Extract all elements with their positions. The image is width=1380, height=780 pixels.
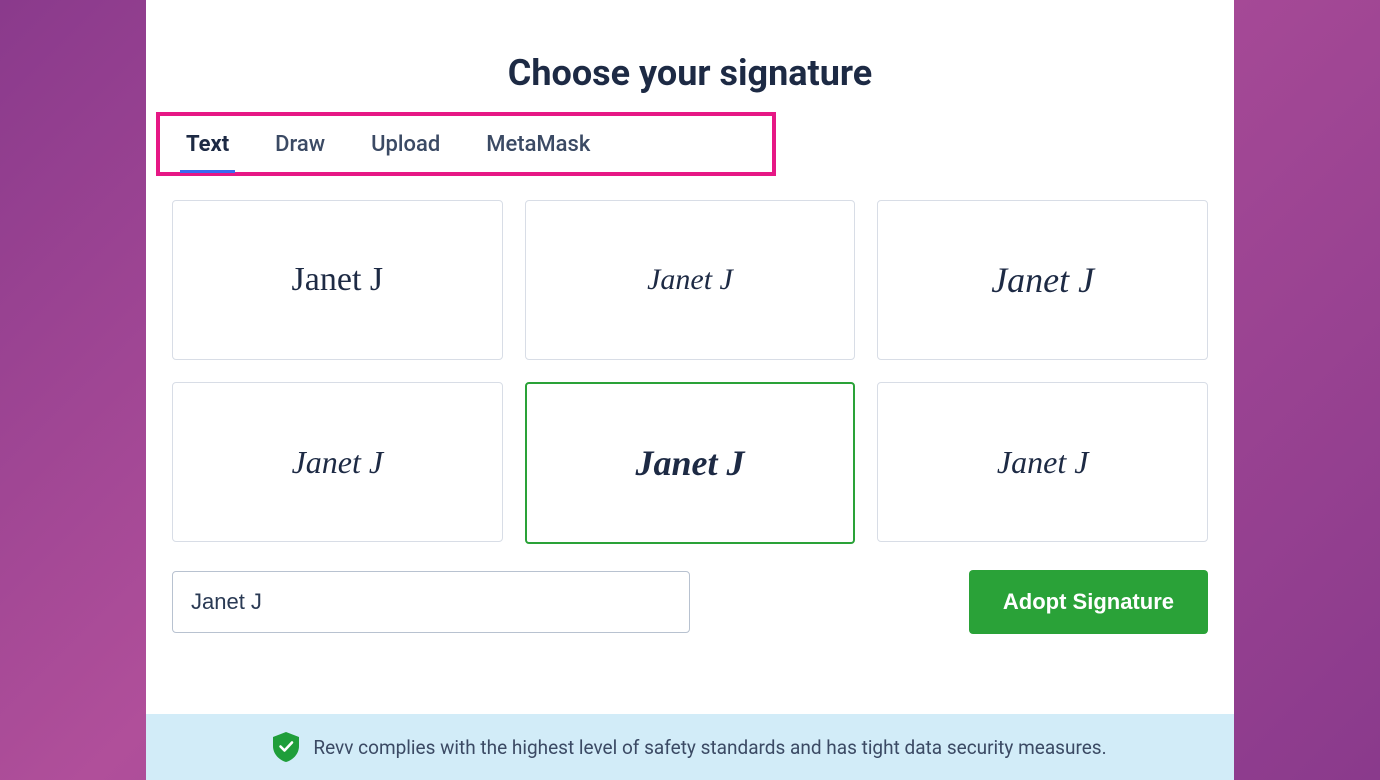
signature-preview: Janet J bbox=[997, 446, 1089, 478]
signature-preview: Janet J bbox=[991, 262, 1094, 298]
signature-name-input[interactable] bbox=[172, 571, 690, 633]
security-footer-text: Revv complies with the highest level of … bbox=[313, 736, 1106, 759]
page-background: Choose your signature Text Draw Upload M… bbox=[0, 0, 1380, 780]
tab-upload[interactable]: Upload bbox=[369, 128, 442, 161]
signature-option-3[interactable]: Janet J bbox=[877, 200, 1208, 360]
signature-preview: Janet J bbox=[292, 446, 384, 478]
tab-draw[interactable]: Draw bbox=[273, 128, 327, 161]
signature-option-1[interactable]: Janet J bbox=[172, 200, 503, 360]
shield-check-icon bbox=[273, 732, 299, 762]
tab-text[interactable]: Text bbox=[184, 128, 231, 161]
signature-option-5[interactable]: Janet J bbox=[525, 382, 856, 544]
page-title: Choose your signature bbox=[146, 52, 1234, 94]
signature-option-4[interactable]: Janet J bbox=[172, 382, 503, 542]
signature-preview: Janet J bbox=[292, 263, 384, 297]
signature-preview: Janet J bbox=[647, 265, 733, 295]
tabs-highlight-box: Text Draw Upload MetaMask bbox=[156, 112, 776, 176]
signature-grid: Janet J Janet J Janet J Janet J Janet J … bbox=[172, 200, 1208, 544]
signature-preview: Janet J bbox=[635, 445, 744, 481]
signature-option-6[interactable]: Janet J bbox=[877, 382, 1208, 542]
signature-panel: Choose your signature Text Draw Upload M… bbox=[146, 0, 1234, 780]
security-footer: Revv complies with the highest level of … bbox=[146, 714, 1234, 780]
signature-option-2[interactable]: Janet J bbox=[525, 200, 856, 360]
adopt-signature-button[interactable]: Adopt Signature bbox=[969, 570, 1208, 634]
tab-metamask[interactable]: MetaMask bbox=[484, 128, 592, 161]
tabs: Text Draw Upload MetaMask bbox=[160, 116, 772, 172]
bottom-row: Adopt Signature bbox=[172, 570, 1208, 634]
